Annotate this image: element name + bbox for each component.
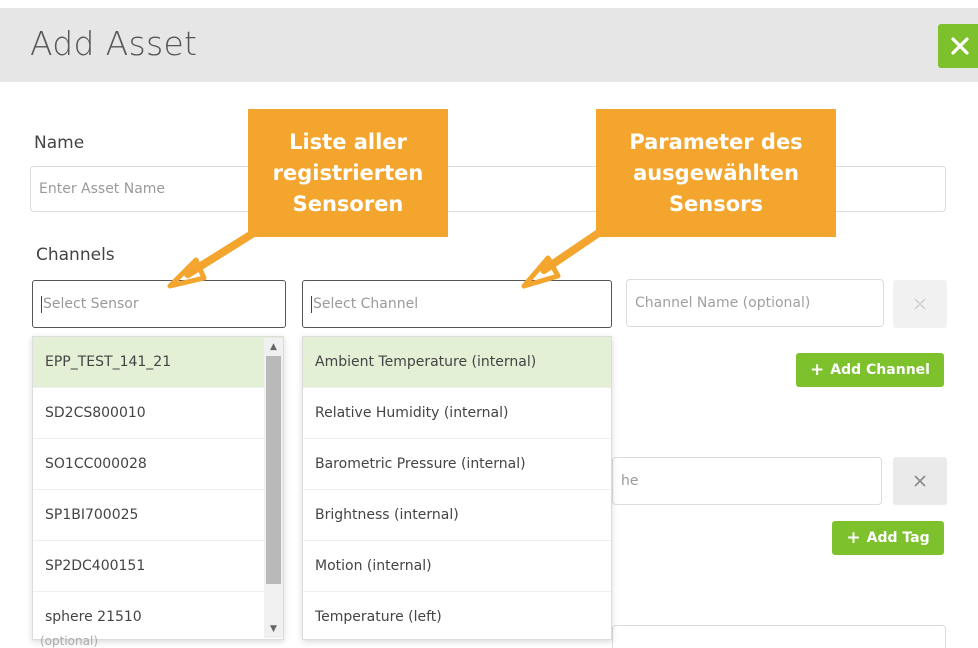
callout-line: Parameter des	[629, 129, 803, 154]
text-caret	[311, 295, 312, 313]
sensor-option[interactable]: SP2DC400151	[33, 541, 283, 592]
callout-sensor-list: Liste aller registrierten Sensoren	[248, 109, 448, 237]
sensor-option[interactable]: SD2CS800010	[33, 388, 283, 439]
plus-icon: +	[846, 528, 861, 548]
plus-icon: +	[810, 360, 825, 380]
callout-line: ausgewählten	[633, 160, 799, 185]
scroll-thumb[interactable]	[266, 356, 281, 584]
channel-name-input[interactable]: Channel Name (optional)	[626, 279, 884, 327]
remove-channel-button[interactable]	[893, 280, 947, 328]
close-icon	[914, 475, 926, 487]
sensor-option[interactable]: SO1CC000028	[33, 439, 283, 490]
text-caret	[41, 295, 42, 313]
arrow-to-sensor-icon	[167, 230, 256, 289]
channel-select-placeholder: Select Channel	[313, 296, 419, 312]
close-icon	[951, 37, 969, 55]
close-button[interactable]	[938, 24, 978, 68]
scroll-up-icon[interactable]: ▲	[264, 342, 283, 352]
callout-line: Sensoren	[292, 191, 404, 216]
channel-dropdown-list[interactable]: Ambient Temperature (internal) Relative …	[302, 336, 612, 640]
channel-option[interactable]: Brightness (internal)	[303, 490, 611, 541]
asset-name-placeholder: Enter Asset Name	[39, 181, 166, 197]
sensor-select-input[interactable]: Select Sensor	[32, 280, 286, 328]
channel-option[interactable]: Ambient Temperature (internal)	[303, 337, 611, 388]
channel-option[interactable]: Relative Humidity (internal)	[303, 388, 611, 439]
add-channel-button[interactable]: + Add Channel	[796, 353, 944, 387]
sensor-select-placeholder: Select Sensor	[43, 296, 139, 312]
bottom-partial-text: (optional)	[40, 634, 98, 648]
callout-line: Liste aller	[289, 129, 407, 154]
add-tag-label: Add Tag	[866, 530, 930, 546]
remove-tag-button[interactable]	[893, 457, 947, 505]
channel-option[interactable]: Temperature (left)	[303, 592, 611, 639]
close-icon	[914, 298, 926, 310]
callout-line: Sensors	[668, 191, 764, 216]
channel-select-input[interactable]: Select Channel	[302, 280, 612, 328]
add-channel-label: Add Channel	[830, 362, 930, 378]
modal-title: Add Asset	[30, 24, 198, 63]
name-label: Name	[34, 133, 85, 153]
channel-option[interactable]: Barometric Pressure (internal)	[303, 439, 611, 490]
bottom-input[interactable]	[612, 625, 946, 648]
sensor-dropdown-list[interactable]: EPP_TEST_141_21 SD2CS800010 SO1CC000028 …	[32, 336, 284, 640]
sensor-option[interactable]: sphere 21510	[33, 592, 283, 639]
arrow-to-channel-icon	[521, 228, 604, 289]
channel-name-placeholder: Channel Name (optional)	[635, 295, 811, 311]
add-tag-button[interactable]: + Add Tag	[832, 521, 944, 555]
channel-option[interactable]: Motion (internal)	[303, 541, 611, 592]
callout-sensor-parameters: Parameter des ausgewählten Sensors	[596, 109, 836, 237]
tag-value-partial: he	[621, 473, 639, 489]
callout-line: registrierten	[272, 160, 424, 185]
tag-value-input[interactable]: he	[612, 457, 882, 505]
sensor-option[interactable]: EPP_TEST_141_21	[33, 337, 283, 388]
sensor-list-scrollbar[interactable]: ▲ ▼	[264, 338, 283, 638]
modal-header: Add Asset	[0, 8, 978, 82]
channels-label: Channels	[36, 245, 115, 265]
scroll-down-icon[interactable]: ▼	[264, 624, 283, 634]
sensor-option[interactable]: SP1BI700025	[33, 490, 283, 541]
